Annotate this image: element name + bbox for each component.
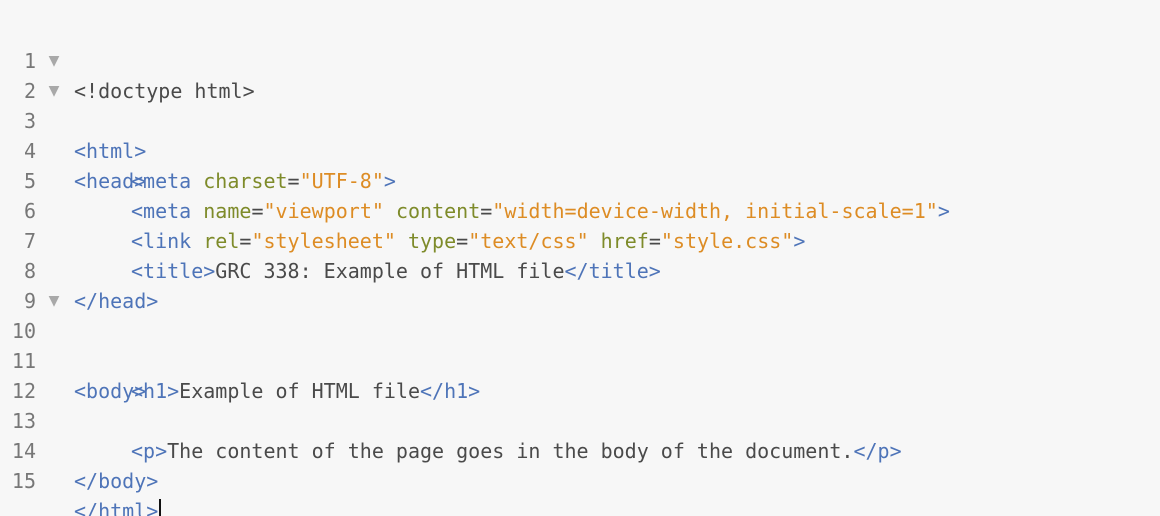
code-line[interactable]: 7 <title>GRC 338: Example of HTML file</… (0, 196, 1160, 283)
code-line[interactable]: 9 (0, 256, 1160, 313)
code-line[interactable]: 3 ▼ <head> (0, 76, 1160, 193)
code-line[interactable]: 4 <meta charset="UTF-8"> (0, 106, 1160, 193)
code-line[interactable]: 6 <link rel="stylesheet" type="text/css"… (0, 166, 1160, 253)
fold-arrow-icon[interactable]: ▼ (47, 286, 61, 316)
code-line[interactable]: 2 ▼ <html> (0, 46, 1160, 163)
code-line[interactable]: 11 <h1>Example of HTML file</h1> (0, 316, 1160, 403)
text-cursor (159, 498, 162, 516)
line-number: 15 (11, 469, 36, 493)
code-text: </body> (74, 466, 158, 496)
code-line[interactable]: 10 ▼ <body> (0, 286, 1160, 403)
code-line[interactable]: 15 </html> (0, 436, 1160, 516)
fold-arrow-icon[interactable]: ▼ (47, 46, 61, 76)
code-line[interactable]: 13 <p>The content of the page goes in th… (0, 376, 1160, 463)
code-line[interactable]: 5 <meta name="viewport" content="width=d… (0, 136, 1160, 223)
html-tag: </html> (74, 499, 159, 516)
code-line[interactable]: 14 </body> (0, 406, 1160, 493)
code-line[interactable]: 8 </head> (0, 226, 1160, 313)
html-tag: </body> (74, 469, 159, 493)
code-line[interactable]: 12 (0, 346, 1160, 403)
code-line[interactable]: 1 <!doctype html> (0, 16, 1160, 103)
code-text: </html> (74, 496, 162, 516)
fold-arrow-icon[interactable]: ▼ (47, 76, 61, 106)
code-editor[interactable]: 1 <!doctype html> 2 ▼ <html> 3 ▼ <head> … (0, 0, 1160, 516)
